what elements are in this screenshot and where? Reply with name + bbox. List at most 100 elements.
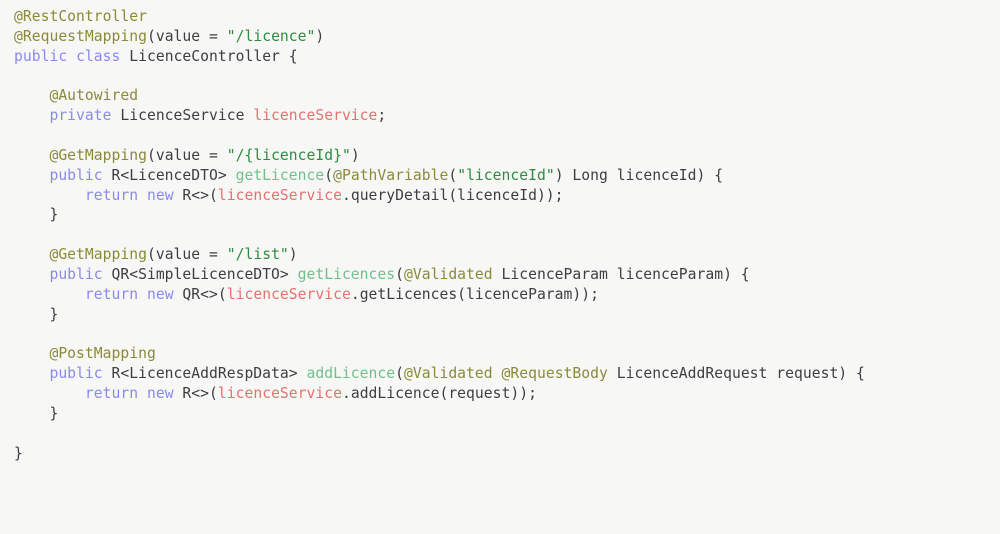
code-token-field: licenceService: [253, 107, 378, 125]
code-token-keyword: public: [49, 365, 103, 383]
code-token-plain: LicenceAddRequest request) {: [607, 365, 865, 383]
code-token-keyword: public: [14, 47, 68, 65]
code-token-annotation: @Validated: [404, 365, 493, 383]
code-token-field: licenceService: [226, 285, 351, 303]
code-token-plain: }: [14, 206, 59, 224]
code-line[interactable]: public R<LicenceDTO> getLicence(@PathVar…: [14, 166, 1000, 186]
code-token-plain: R<>(: [173, 385, 218, 403]
code-token-keyword: new: [146, 285, 174, 303]
code-line[interactable]: return new R<>(licenceService.addLicence…: [14, 384, 1000, 404]
code-token-plain: (: [146, 146, 156, 164]
code-token-string: "/{licenceId}": [226, 146, 351, 164]
code-line[interactable]: @GetMapping(value = "/{licenceId}"): [14, 146, 1000, 166]
code-line[interactable]: }: [14, 444, 1000, 464]
code-token-annotation: @PostMapping: [49, 345, 156, 363]
code-line[interactable]: public QR<SimpleLicenceDTO> getLicences(…: [14, 265, 1000, 285]
code-line[interactable]: }: [14, 305, 1000, 325]
code-token-keyword: return: [84, 285, 139, 303]
code-token-plain: ) Long licenceId) {: [554, 166, 724, 184]
code-line[interactable]: @Autowired: [14, 86, 1000, 106]
code-token-string: "/list": [226, 246, 289, 264]
code-block[interactable]: @RestController @RequestMapping(value = "…: [14, 7, 1000, 463]
code-token-keyword: return: [84, 385, 139, 403]
code-token-method: addLicence: [306, 365, 396, 383]
code-token-keyword: new: [146, 385, 174, 403]
code-token-plain: LicenceController {: [120, 47, 298, 65]
code-token-plain: =: [200, 146, 227, 164]
code-token-field: licenceService: [217, 186, 342, 204]
code-token-annotation: @Validated: [404, 265, 493, 283]
code-token-plain: }: [14, 404, 59, 422]
code-line[interactable]: @RequestMapping(value = "/licence"): [14, 27, 1000, 47]
code-token-plain: value: [155, 246, 201, 264]
code-token-plain: =: [200, 27, 227, 45]
code-token-plain: .addLicence(request));: [341, 385, 537, 403]
code-token-annotation: @RestController: [14, 8, 147, 25]
code-token-field: licenceService: [217, 385, 342, 403]
code-editor-surface[interactable]: @RestController @RequestMapping(value = "…: [0, 0, 1000, 534]
code-token-plain: (: [324, 166, 334, 184]
code-token-plain: (: [146, 27, 156, 45]
code-line[interactable]: }: [14, 404, 1000, 424]
code-line[interactable]: [14, 67, 1000, 87]
code-token-plain: R<LicenceAddRespData>: [102, 365, 307, 383]
code-token-keyword: class: [76, 47, 121, 65]
code-token-string: "/licence": [226, 27, 316, 45]
code-line[interactable]: return new QR<>(licenceService.getLicenc…: [14, 285, 1000, 305]
code-token-plain: QR<SimpleLicenceDTO>: [102, 265, 298, 283]
code-token-plain: LicenceService: [111, 107, 254, 125]
code-line[interactable]: [14, 424, 1000, 444]
code-token-plain: .getLicences(licenceParam));: [350, 285, 599, 303]
code-token-plain: R<>(: [173, 186, 218, 204]
code-line[interactable]: [14, 225, 1000, 245]
code-token-plain: ): [315, 27, 325, 45]
code-token-string: "licenceId": [457, 166, 555, 184]
code-line[interactable]: @GetMapping(value = "/list"): [14, 245, 1000, 265]
code-line[interactable]: private LicenceService licenceService;: [14, 106, 1000, 126]
code-token-plain: ;: [377, 107, 387, 125]
code-line[interactable]: }: [14, 205, 1000, 225]
code-token-keyword: return: [84, 186, 139, 204]
code-token-annotation: @PathVariable: [333, 166, 449, 184]
code-token-keyword: private: [49, 107, 112, 125]
code-token-method: getLicence: [235, 166, 325, 184]
code-token-plain: (: [395, 265, 404, 283]
code-token-plain: ): [350, 146, 360, 164]
code-token-plain: QR<>(: [173, 285, 227, 303]
code-token-keyword: public: [49, 166, 103, 184]
code-token-plain: .queryDetail(licenceId));: [341, 186, 564, 204]
code-token-plain: (: [448, 166, 458, 184]
code-token-keyword: new: [146, 186, 174, 204]
code-line[interactable]: @PostMapping: [14, 344, 1000, 364]
code-token-annotation: @Autowired: [49, 87, 139, 105]
code-token-plain: ): [288, 246, 298, 264]
code-line[interactable]: public class LicenceController {: [14, 47, 1000, 67]
code-token-annotation: @GetMapping: [49, 246, 147, 264]
code-line[interactable]: [14, 325, 1000, 345]
code-token-plain: (: [395, 365, 404, 383]
code-token-plain: value: [155, 146, 201, 164]
code-line[interactable]: [14, 126, 1000, 146]
code-line[interactable]: return new R<>(licenceService.queryDetai…: [14, 186, 1000, 206]
code-token-annotation: @GetMapping: [49, 146, 147, 164]
code-line[interactable]: @RestController: [14, 7, 1000, 27]
code-token-plain: =: [200, 246, 227, 264]
code-line[interactable]: public R<LicenceAddRespData> addLicence(…: [14, 364, 1000, 384]
code-token-plain: }: [14, 305, 59, 323]
